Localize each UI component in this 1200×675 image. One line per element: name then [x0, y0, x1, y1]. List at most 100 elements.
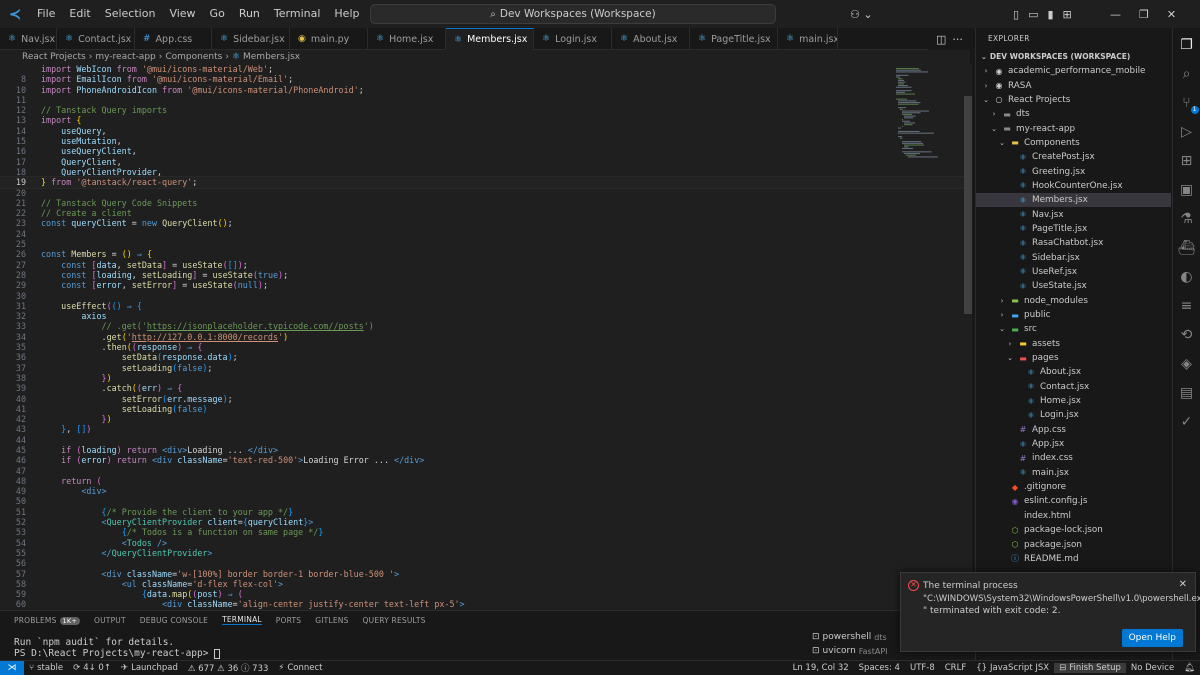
close-window-icon[interactable]: ✕ — [1167, 8, 1176, 21]
docker-icon[interactable]: ⛴ — [1177, 237, 1197, 259]
menu-help[interactable]: Help — [327, 0, 366, 28]
code-line[interactable]: 56 — [0, 558, 972, 568]
breadcrumb-item[interactable]: my-react-app — [95, 52, 155, 62]
tree-item[interactable]: ⚛ Login.jsx — [976, 408, 1171, 422]
open-help-button[interactable]: Open Help — [1121, 629, 1183, 647]
gitlens-icon[interactable]: ◈ — [1177, 353, 1197, 375]
copilot-icon[interactable]: ⚇ ⌄ — [850, 0, 873, 28]
code-line[interactable]: 55 </QueryClientProvider> — [0, 548, 972, 558]
extensions-icon[interactable]: ⊞ — [1177, 150, 1197, 172]
code-line[interactable]: 22 // Create a client — [0, 208, 972, 218]
panel-tab-ports[interactable]: PORTS — [276, 616, 301, 625]
tree-item[interactable]: ⚛ Sidebar.jsx — [976, 250, 1171, 264]
git-graph-icon[interactable]: ◐ — [1177, 266, 1197, 288]
tab-login-jsx[interactable]: ⚛ Login.jsx — [534, 28, 612, 50]
toggle-secondary-sidebar-icon[interactable]: ▮ — [1047, 8, 1053, 21]
remote-icon[interactable]: ⋊ — [0, 660, 24, 675]
code-line[interactable]: 20 — [0, 188, 972, 198]
tab-app-css[interactable]: # App.css — [135, 28, 212, 50]
code-line[interactable]: 38 }) — [0, 373, 972, 383]
tree-item[interactable]: ⚛ Greeting.jsx — [976, 164, 1171, 178]
code-line[interactable]: 8 import EmailIcon from '@mui/icons-mater… — [0, 74, 972, 84]
language-mode[interactable]: {} JavaScript JSX — [971, 663, 1054, 673]
restore-icon[interactable]: ❐ — [1139, 8, 1149, 21]
tree-item[interactable]: ⚛ UseRef.jsx — [976, 265, 1171, 279]
code-line[interactable]: 15 useMutation, — [0, 136, 972, 146]
menu-edit[interactable]: Edit — [62, 0, 97, 28]
code-line[interactable]: 31 useEffect(() ⇒ { — [0, 301, 972, 311]
menu-go[interactable]: Go — [203, 0, 232, 28]
tree-item[interactable]: ⬡ package.json — [976, 537, 1171, 551]
code-line[interactable]: 33 // .get('https://jsonplaceholder.typi… — [0, 321, 972, 331]
code-line[interactable]: 17 QueryClient, — [0, 157, 972, 167]
code-line[interactable]: 50 — [0, 496, 972, 506]
tree-item[interactable]: ⚛ Nav.jsx — [976, 207, 1171, 221]
tree-item[interactable]: › ▬ node_modules — [976, 294, 1171, 308]
tree-item[interactable]: ⚛ App.jsx — [976, 437, 1171, 451]
code-line[interactable]: 49 <div> — [0, 486, 972, 496]
tree-item[interactable]: ⚛ PageTitle.jsx — [976, 222, 1171, 236]
code-line[interactable]: 60 <div className='align-center justify-… — [0, 599, 972, 609]
code-line[interactable]: 23 const queryClient = new QueryClient(); — [0, 218, 972, 228]
tree-item[interactable]: ⚛ RasaChatbot.jsx — [976, 236, 1171, 250]
code-line[interactable]: 45 if (loading) return <div>Loading ... … — [0, 445, 972, 455]
tree-item[interactable]: ⌄ ○ React Projects — [976, 93, 1171, 107]
remote-explorer-icon[interactable]: ▣ — [1177, 179, 1197, 201]
code-line[interactable]: 43 }, []) — [0, 424, 972, 434]
code-line[interactable]: 36 setData(response.data); — [0, 352, 972, 362]
tree-item[interactable]: ⚛ main.jsx — [976, 466, 1171, 480]
code-line[interactable]: 11 — [0, 95, 972, 105]
split-editor-icon[interactable]: ◫ — [936, 33, 946, 46]
code-line[interactable]: 29 const [error, setError] = useState(nu… — [0, 280, 972, 290]
tree-item[interactable]: ⌄ ▬ my-react-app — [976, 121, 1171, 135]
tree-item[interactable]: › ◉ RASA — [976, 78, 1171, 92]
close-notification-icon[interactable]: ✕ — [1179, 579, 1187, 590]
testing-icon[interactable]: ⚗ — [1177, 208, 1197, 230]
tab-nav-jsx[interactable]: ⚛ Nav.jsx — [0, 28, 57, 50]
tree-item[interactable]: ◉ eslint.config.js — [976, 494, 1171, 508]
code-line[interactable]: 41 setLoading(false) — [0, 404, 972, 414]
tree-item[interactable]: ⬡ package-lock.json — [976, 523, 1171, 537]
minimize-icon[interactable]: — — [1110, 8, 1121, 21]
tree-item[interactable]: ⚛ Members.jsx — [976, 193, 1171, 208]
code-line[interactable]: 16 useQueryClient, — [0, 146, 972, 156]
minimap[interactable] — [892, 64, 964, 164]
checklist-icon[interactable]: ✓ — [1177, 411, 1197, 433]
device-selector[interactable]: No Device — [1126, 663, 1179, 673]
menu-run[interactable]: Run — [232, 0, 267, 28]
code-line[interactable]: 10 import PhoneAndroidIcon from '@mui/ico… — [0, 85, 972, 95]
code-line[interactable]: 21 // Tanstack Query Code Snippets — [0, 198, 972, 208]
encoding[interactable]: UTF-8 — [905, 663, 940, 673]
breadcrumb-item[interactable]: Members.jsx — [243, 52, 300, 62]
breadcrumb-item[interactable]: React Projects — [22, 52, 86, 62]
code-line[interactable]: 44 — [0, 435, 972, 445]
code-line[interactable]: 59 {data.map((post) ⇒ ( — [0, 589, 972, 599]
code-line[interactable]: 19} from '@tanstack/react-query'; — [0, 176, 972, 189]
code-line[interactable]: 12 // Tanstack Query imports — [0, 105, 972, 115]
code-line[interactable]: 14 useQuery, — [0, 126, 972, 136]
code-line[interactable]: 35 .then((response) ⇒ { — [0, 342, 972, 352]
tree-item[interactable]: › ◉ academic_performance_mobile — [976, 64, 1171, 78]
code-line[interactable]: 58 <ul className='d-flex flex-col'> — [0, 579, 972, 589]
workspace-section[interactable]: ⌄ DEV WORKSPACES (WORKSPACE) — [976, 50, 1171, 64]
sync-indicator[interactable]: ⟳ 4↓ 0↑ — [68, 663, 116, 673]
tree-item[interactable]: ⚛ Contact.jsx — [976, 380, 1171, 394]
code-line[interactable]: 26 const Members = () ⇒ { — [0, 249, 972, 259]
tab-about-jsx[interactable]: ⚛ About.jsx — [612, 28, 690, 50]
tree-item[interactable]: index.html — [976, 509, 1171, 523]
code-line[interactable]: 48 return ( — [0, 476, 972, 486]
copilot-chat-icon[interactable]: ▤ — [1177, 382, 1197, 404]
code-line[interactable]: 57 <div className='w-[100%] border borde… — [0, 569, 972, 579]
tab-sidebar-jsx[interactable]: ⚛ Sidebar.jsx — [212, 28, 290, 50]
tree-item[interactable]: › ▬ assets — [976, 337, 1171, 351]
toggle-primary-sidebar-icon[interactable]: ▯ — [1013, 8, 1019, 21]
toggle-panel-icon[interactable]: ▭ — [1028, 8, 1038, 21]
tab-home-jsx[interactable]: ⚛ Home.jsx — [368, 28, 446, 50]
line-ending[interactable]: CRLF — [940, 663, 971, 673]
problems-indicator[interactable]: ⚠ 677 ⚠ 36 ⓘ 733 — [183, 662, 274, 674]
code-line[interactable]: 46 if (error) return <div className='tex… — [0, 455, 972, 465]
tree-item[interactable]: ⌄ ▬ src — [976, 322, 1171, 336]
panel-tab-gitlens[interactable]: GITLENS — [315, 616, 348, 625]
code-line[interactable]: 53 {/* Todos is a function on same page … — [0, 527, 972, 537]
indentation[interactable]: Spaces: 4 — [854, 663, 905, 673]
